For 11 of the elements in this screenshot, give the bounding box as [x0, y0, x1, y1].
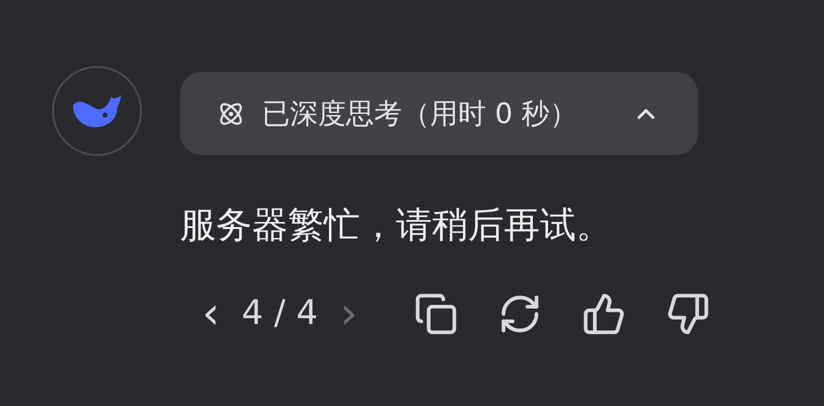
thumbs-down-icon: [666, 292, 710, 336]
page-counter: 4 / 4: [242, 292, 318, 335]
copy-icon: [414, 292, 458, 336]
copy-button[interactable]: [414, 292, 458, 336]
previous-button[interactable]: ‹: [198, 292, 224, 336]
thumbs-down-button[interactable]: [666, 292, 710, 336]
thumbs-up-icon: [582, 292, 626, 336]
message-text: 服务器繁忙，请稍后再试。: [180, 204, 613, 248]
atom-icon: [218, 100, 244, 126]
thinking-toggle[interactable]: 已深度思考（用时 0 秒）: [180, 72, 698, 155]
thumbs-up-button[interactable]: [582, 292, 626, 336]
